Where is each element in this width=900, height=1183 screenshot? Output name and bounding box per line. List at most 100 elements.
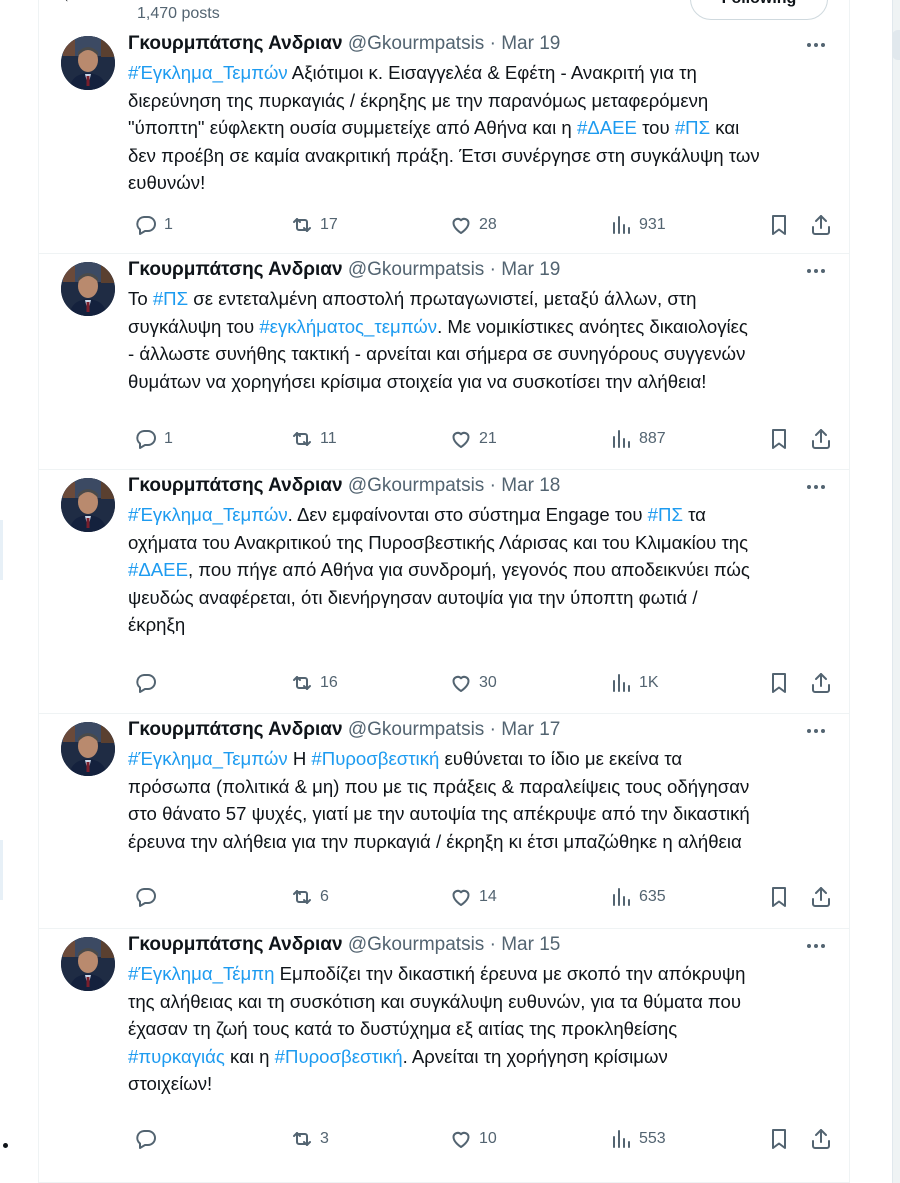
hashtag-link[interactable]: #πυρκαγιάς xyxy=(128,1046,225,1067)
like-button[interactable]: 21 xyxy=(443,424,497,454)
reply-button[interactable]: 1 xyxy=(128,210,173,240)
author-name[interactable]: Γκουρμπάτσης Ανδριαν xyxy=(128,259,343,280)
more-horizontal-icon[interactable] xyxy=(801,933,831,959)
avatar[interactable] xyxy=(61,36,115,90)
tweet-item[interactable]: Γκουρμπάτσης Ανδριαν @Gkourmpatsis · Mar… xyxy=(39,254,849,470)
avatar[interactable] xyxy=(61,478,115,532)
tweet-header: Γκουρμπάτσης Ανδριαν @Gkourmpatsis · Mar… xyxy=(128,475,560,501)
views-chart-icon xyxy=(609,885,633,909)
author-name[interactable]: Γκουρμπάτσης Ανδριαν xyxy=(128,475,343,496)
share-button[interactable] xyxy=(803,1124,833,1154)
like-button[interactable]: 30 xyxy=(443,668,497,698)
reply-button[interactable] xyxy=(128,668,164,698)
more-horizontal-icon[interactable] xyxy=(801,474,831,500)
repost-button[interactable]: 11 xyxy=(284,424,337,454)
avatar[interactable] xyxy=(61,722,115,776)
hashtag-link[interactable]: #Έγκλημα_Τέμπη xyxy=(128,963,274,984)
bookmark-button[interactable] xyxy=(761,424,791,454)
tweet-text: #Έγκλημα_Τεμπών Αξιότιμοι κ. Εισαγγελέα … xyxy=(128,59,838,197)
tweet-item[interactable]: Γκουρμπάτσης Ανδριαν @Gkourmpatsis · Mar… xyxy=(39,929,849,1183)
hashtag-link[interactable]: #Έγκλημα_Τεμπών xyxy=(128,748,288,769)
share-button[interactable] xyxy=(803,668,833,698)
tweet-text-segment: και xyxy=(710,117,740,139)
repost-button[interactable]: 6 xyxy=(284,882,329,912)
hashtag-link[interactable]: #ΔΑΕΕ xyxy=(128,559,188,580)
heart-icon xyxy=(449,671,473,695)
hashtag-link[interactable]: #ΔΑΕΕ xyxy=(577,117,637,138)
like-button[interactable]: 14 xyxy=(443,882,497,912)
author-handle[interactable]: @Gkourmpatsis xyxy=(348,719,485,740)
tweet-text-line: πρόσωπα (πολιτικά & μη) που με τις πράξε… xyxy=(128,773,838,801)
tweet-item[interactable]: Γκουρμπάτσης Ανδριαν @Gkourmpatsis · Mar… xyxy=(39,470,849,714)
right-sidebar-search-edge xyxy=(892,30,900,60)
bookmark-button[interactable] xyxy=(761,882,791,912)
bookmark-icon xyxy=(767,671,791,695)
views-button[interactable]: 1K xyxy=(603,668,659,698)
reply-icon xyxy=(134,885,158,909)
repost-button[interactable]: 17 xyxy=(284,210,338,240)
replies-count: 1 xyxy=(164,216,173,233)
author-handle[interactable]: @Gkourmpatsis xyxy=(348,259,485,280)
tweet-text: #Έγκλημα_Τεμπών Η #Πυροσβεστική ευθύνετα… xyxy=(128,745,838,855)
reply-button[interactable]: 1 xyxy=(128,424,173,454)
repost-icon xyxy=(290,427,314,451)
tweet-text-line: #Έγκλημα_Τέμπη Εμποδίζει την δικαστική έ… xyxy=(128,960,838,988)
tweet-item[interactable]: Γκουρμπάτσης Ανδριαν @Gkourmpatsis · Mar… xyxy=(39,28,849,254)
avatar[interactable] xyxy=(61,937,115,991)
share-button[interactable] xyxy=(803,882,833,912)
hashtag-link[interactable]: #εγκλήματος_τεμπών xyxy=(259,316,437,337)
repost-button[interactable]: 16 xyxy=(284,668,338,698)
share-button[interactable] xyxy=(803,424,833,454)
more-horizontal-icon[interactable] xyxy=(801,258,831,284)
share-button[interactable] xyxy=(803,210,833,240)
reply-button[interactable] xyxy=(128,882,164,912)
tweet-text-line: της αλήθειας και τη συσκότιση και συγκάλ… xyxy=(128,988,838,1016)
author-name[interactable]: Γκουρμπάτσης Ανδριαν xyxy=(128,33,343,54)
tweet-date[interactable]: · Mar 18 xyxy=(490,475,561,496)
arrow-left-icon[interactable]: ← xyxy=(61,0,79,7)
views-button[interactable]: 635 xyxy=(603,882,666,912)
views-button[interactable]: 553 xyxy=(603,1124,666,1154)
bookmark-button[interactable] xyxy=(761,1124,791,1154)
tweet-text-segment: και η xyxy=(224,1045,275,1067)
following-button[interactable]: Following xyxy=(690,0,828,20)
repost-button[interactable]: 3 xyxy=(284,1124,329,1154)
views-button[interactable]: 931 xyxy=(603,210,666,240)
tweet-header: Γκουρμπάτσης Ανδριαν @Gkourmpatsis · Mar… xyxy=(128,934,560,960)
tweet-text-segment: δεν προέβη σε καμία ανακριτική πράξη. Έτ… xyxy=(128,144,760,166)
views-button[interactable]: 887 xyxy=(603,424,666,454)
hashtag-link[interactable]: #ΠΣ xyxy=(675,117,710,138)
more-horizontal-icon[interactable] xyxy=(801,32,831,58)
hashtag-link[interactable]: #Έγκλημα_Τεμπών xyxy=(128,504,288,525)
tweet-date[interactable]: · Mar 19 xyxy=(490,259,561,280)
like-button[interactable]: 28 xyxy=(443,210,497,240)
avatar[interactable] xyxy=(61,262,115,316)
tweet-text-segment: Το xyxy=(128,288,153,309)
tweet-date[interactable]: · Mar 17 xyxy=(490,719,561,740)
hashtag-link[interactable]: #Πυροσβεστική xyxy=(275,1046,403,1067)
tweet-text-segment: έρευνα την αλήθεια για την πυρκαγιά / έκ… xyxy=(128,830,742,852)
hashtag-link[interactable]: #ΠΣ xyxy=(648,504,683,525)
author-handle[interactable]: @Gkourmpatsis xyxy=(348,475,485,496)
author-handle[interactable]: @Gkourmpatsis xyxy=(348,934,485,955)
gutter-shade xyxy=(0,520,3,580)
tweet-text-line: #Έγκλημα_Τεμπών Η #Πυροσβεστική ευθύνετα… xyxy=(128,745,838,773)
tweet-actions: 3 10 553 xyxy=(128,1124,840,1154)
like-button[interactable]: 10 xyxy=(443,1124,497,1154)
hashtag-link[interactable]: #ΠΣ xyxy=(153,288,188,309)
likes-count: 30 xyxy=(479,674,497,691)
tweet-date[interactable]: · Mar 19 xyxy=(490,33,561,54)
author-handle[interactable]: @Gkourmpatsis xyxy=(348,33,485,54)
bookmark-button[interactable] xyxy=(761,210,791,240)
tweet-item[interactable]: Γκουρμπάτσης Ανδριαν @Gkourmpatsis · Mar… xyxy=(39,714,849,929)
reply-button[interactable] xyxy=(128,1124,164,1154)
author-name[interactable]: Γκουρμπάτσης Ανδριαν xyxy=(128,934,343,955)
hashtag-link[interactable]: #Πυροσβεστική xyxy=(311,748,439,769)
bookmark-button[interactable] xyxy=(761,668,791,698)
views-count: 887 xyxy=(639,430,666,447)
tweet-date[interactable]: · Mar 15 xyxy=(490,934,561,955)
author-name[interactable]: Γκουρμπάτσης Ανδριαν xyxy=(128,719,343,740)
hashtag-link[interactable]: #Έγκλημα_Τεμπών xyxy=(128,62,288,83)
more-horizontal-icon[interactable] xyxy=(801,718,831,744)
reply-icon xyxy=(134,427,158,451)
